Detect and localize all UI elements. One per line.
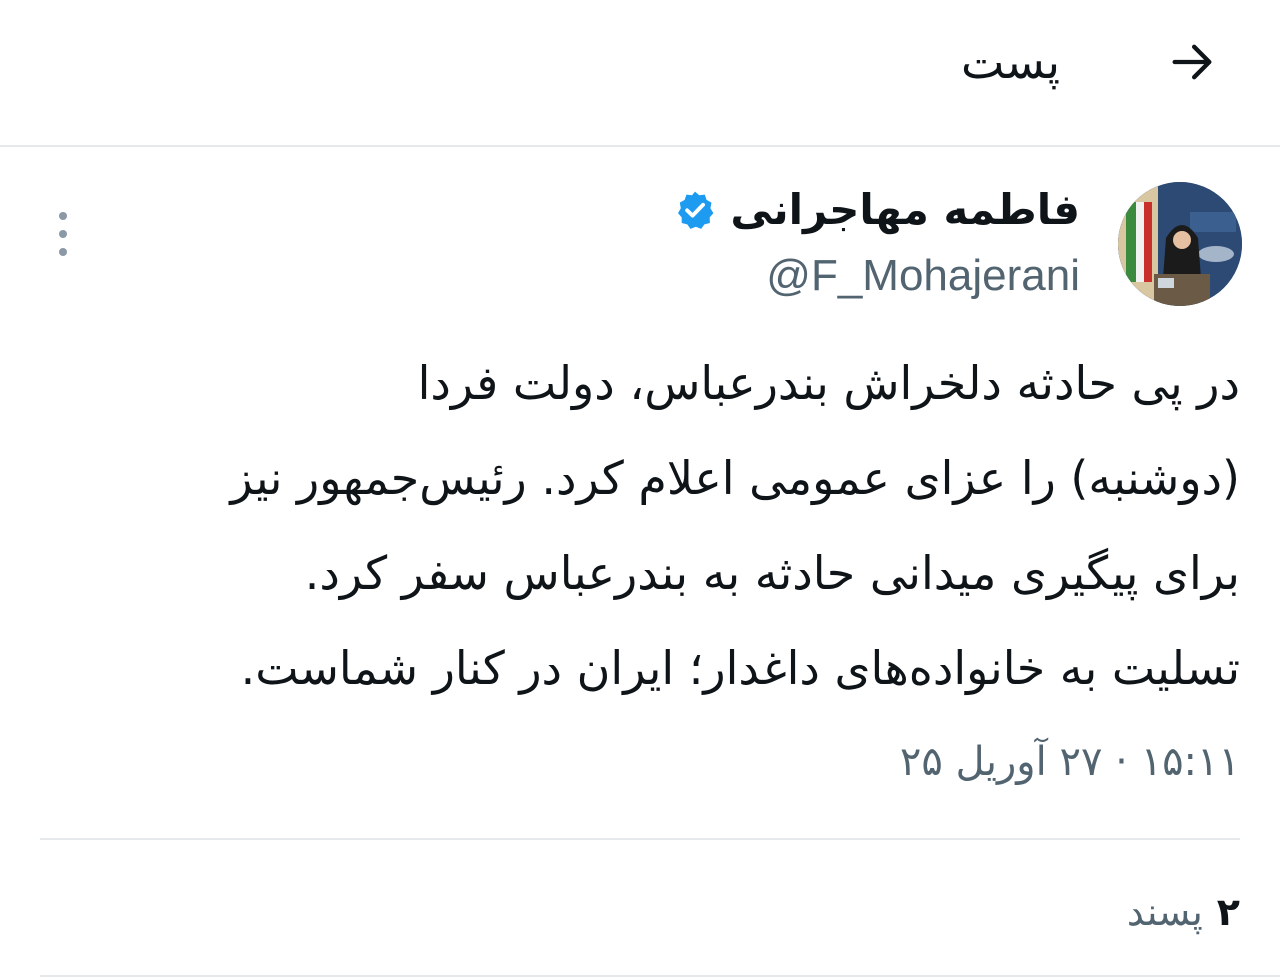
avatar[interactable] (1118, 182, 1242, 306)
top-bar: پست (0, 0, 1280, 147)
more-dot (59, 230, 67, 238)
more-options-button[interactable] (48, 208, 78, 260)
tweet-text: در پی حادثه دلخراش بندرعباس، دولت فردا (… (40, 336, 1240, 716)
back-button[interactable] (1162, 32, 1222, 92)
author-name-row[interactable]: فاطمه مهاجرانی (674, 178, 1080, 242)
arrow-right-icon (1172, 44, 1212, 80)
tweet-text-line: (دوشنبه) را عزای عمومی اعلام کرد. رئیس‌ج… (230, 451, 1240, 505)
page-title: پست (960, 35, 1060, 89)
tweet-timestamp[interactable]: ۱۵:۱۱ · ۲۷ آوریل ۲۵ (900, 730, 1240, 794)
author-name[interactable]: فاطمه مهاجرانی (730, 178, 1080, 242)
avatar-image (1118, 182, 1242, 306)
verified-badge-icon (678, 191, 714, 229)
author-handle[interactable]: @F_Mohajerani (766, 244, 1080, 308)
divider (40, 838, 1240, 840)
more-vertical-icon (59, 212, 67, 220)
tweet-text-line: تسلیت به خانواده‌های داغدار؛ ایران در کن… (240, 641, 1240, 695)
more-dot (59, 248, 67, 256)
likes-stat[interactable]: ۲ پسند (1127, 880, 1240, 944)
tweet-text-line: برای پیگیری میدانی حادثه به بندرعباس سفر… (304, 546, 1240, 600)
divider (40, 975, 1280, 977)
likes-count: ۲ (1216, 890, 1240, 934)
likes-label: پسند (1126, 890, 1203, 934)
tweet-text-line: در پی حادثه دلخراش بندرعباس، دولت فردا (417, 356, 1240, 410)
tweet-detail-page: پست فاطمه مهاجرانی @F_Mohajerani در پی ح… (0, 0, 1280, 979)
